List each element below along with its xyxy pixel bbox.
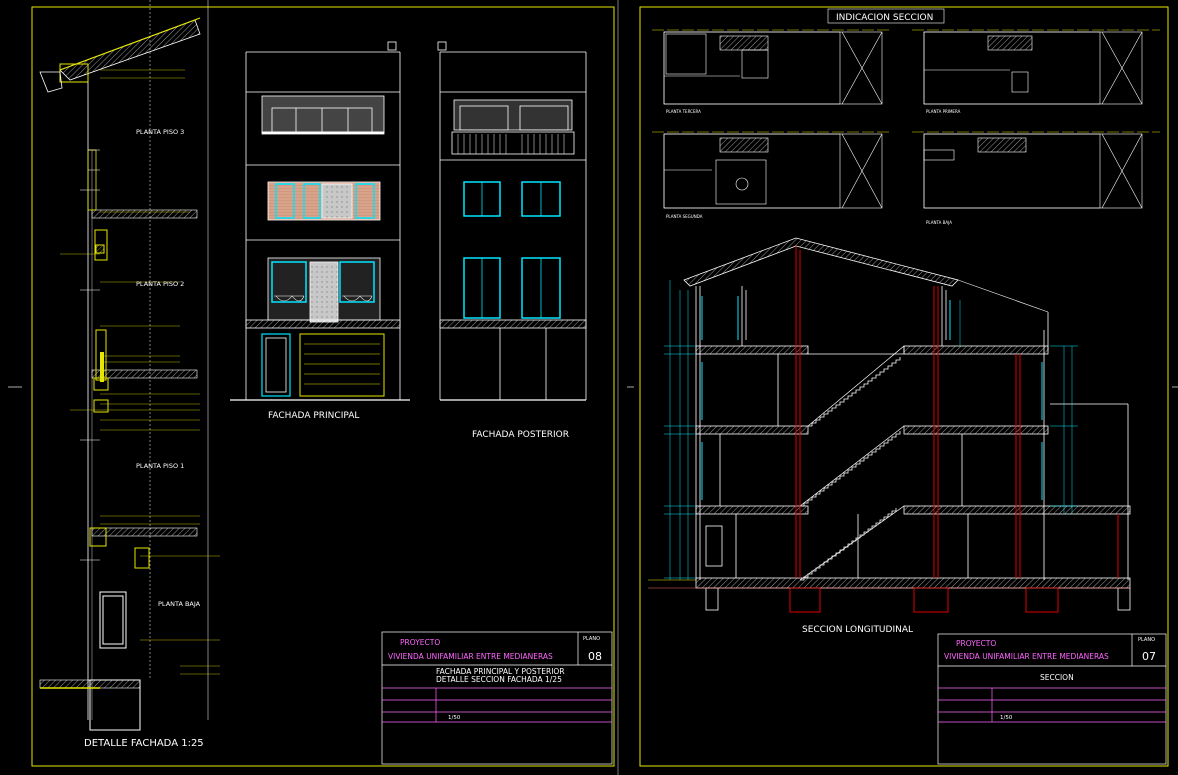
front-elevation-title: FACHADA PRINCIPAL xyxy=(268,411,359,421)
drawing-title-line2: DETALLE SECCION FACHADA 1/25 xyxy=(436,675,562,684)
plan-thumbnail xyxy=(912,29,1160,105)
detail-floor-label: PLANTA BAJA xyxy=(158,600,201,608)
plan-label: PLANTA SEGUNDA xyxy=(666,214,703,219)
scale-value: 1/50 xyxy=(1000,715,1013,721)
plano-number: 08 xyxy=(588,650,602,663)
detail-floor-label: PLANTA PISO 1 xyxy=(136,462,184,470)
longitudinal-section-drawing xyxy=(648,237,1131,613)
scale-value: 1/50 xyxy=(448,715,461,721)
project-name: VIVIENDA UNIFAMILIAR ENTRE MEDIANERAS xyxy=(944,652,1109,661)
plan-label: PLANTA TERCERA xyxy=(666,109,701,114)
facade-detail-drawing xyxy=(39,0,220,731)
project-label: PROYECTO xyxy=(400,638,440,647)
plan-thumbnail xyxy=(912,131,1160,209)
plano-label: PLANO xyxy=(1138,637,1155,643)
rear-elevation-drawing xyxy=(437,41,587,401)
index-title: INDICACION SECCION xyxy=(836,13,933,23)
detail-title: DETALLE FACHADA 1:25 xyxy=(84,738,204,749)
drawing-title: SECCION xyxy=(1040,673,1074,682)
front-elevation-drawing xyxy=(230,41,410,401)
plan-label: PLANTA BAJA xyxy=(926,220,952,225)
key-plans xyxy=(652,29,1160,209)
plan-thumbnail xyxy=(652,131,890,209)
plano-number: 07 xyxy=(1142,650,1156,663)
plano-label: PLANO xyxy=(583,636,600,642)
cad-drawing-canvas: PLANTA PISO 3 PLANTA PISO 2 PLANTA PISO … xyxy=(8,0,1178,775)
plan-thumbnail xyxy=(652,29,890,105)
detail-floor-label: PLANTA PISO 3 xyxy=(136,128,184,136)
rear-elevation-title: FACHADA POSTERIOR xyxy=(472,430,569,440)
project-name: VIVIENDA UNIFAMILIAR ENTRE MEDIANERAS xyxy=(388,652,553,661)
plan-label: PLANTA PRIMERA xyxy=(926,109,961,114)
section-title: SECCION LONGITUDINAL xyxy=(802,625,913,635)
project-label: PROYECTO xyxy=(956,639,996,648)
detail-floor-label: PLANTA PISO 2 xyxy=(136,280,184,288)
